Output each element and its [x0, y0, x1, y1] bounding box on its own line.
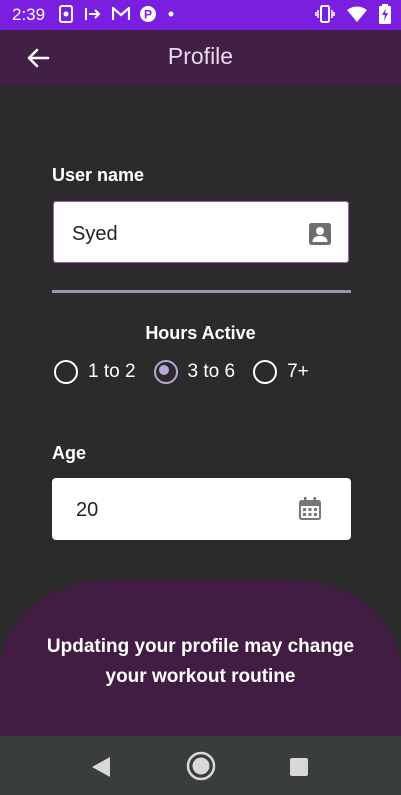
home-circle-icon[interactable]	[186, 751, 216, 781]
profile-notice: Updating your profile may change your wo…	[46, 636, 355, 687]
page-title: Profile	[167, 43, 234, 69]
status-bar: 2:39 P	[0, 0, 401, 30]
status-time: 2:39	[12, 5, 46, 24]
radio-label: 1 to 2	[88, 361, 136, 382]
username-field[interactable]: Syed	[53, 201, 349, 263]
phone-clip-icon	[59, 5, 73, 23]
status-icons-left: P	[58, 5, 176, 23]
contact-card-icon	[309, 223, 331, 245]
calendar-icon[interactable]	[297, 496, 323, 522]
radio-button-selected[interactable]	[153, 360, 178, 384]
radio-option-7-plus[interactable]: 7+	[253, 360, 309, 384]
dot-icon	[168, 11, 174, 17]
app-bar: Profile	[0, 30, 401, 86]
arrow-right-bar-icon	[85, 8, 101, 20]
hours-active-radio-group: 1 to 2 3 to 6 7+	[54, 360, 327, 384]
radio-button[interactable]	[253, 360, 278, 384]
system-nav-bar	[0, 736, 401, 795]
status-icons-right	[315, 4, 391, 24]
radio-button[interactable]	[54, 360, 78, 384]
username-value[interactable]: Syed	[72, 223, 118, 246]
radio-label: 3 to 6	[187, 361, 236, 382]
age-value[interactable]: 20	[76, 499, 98, 522]
battery-charging-icon	[379, 4, 391, 24]
info-card: Updating your profile may change your wo…	[0, 580, 401, 736]
svg-text:P: P	[144, 8, 152, 22]
age-field[interactable]: 20	[52, 478, 351, 540]
wifi-icon	[347, 6, 367, 22]
hours-active-label: Hours Active	[145, 323, 256, 343]
username-label: User name	[52, 165, 145, 185]
gmail-icon	[112, 7, 130, 20]
recents-square-icon[interactable]	[289, 757, 309, 777]
age-label: Age	[52, 443, 87, 463]
vibrate-icon	[315, 5, 335, 23]
radio-option-1-to-2[interactable]: 1 to 2	[54, 360, 136, 384]
radio-option-3-to-6[interactable]: 3 to 6	[153, 360, 236, 384]
back-triangle-icon[interactable]	[91, 756, 111, 778]
divider	[52, 290, 351, 293]
p-icon: P	[140, 6, 156, 22]
radio-label: 7+	[287, 361, 309, 382]
